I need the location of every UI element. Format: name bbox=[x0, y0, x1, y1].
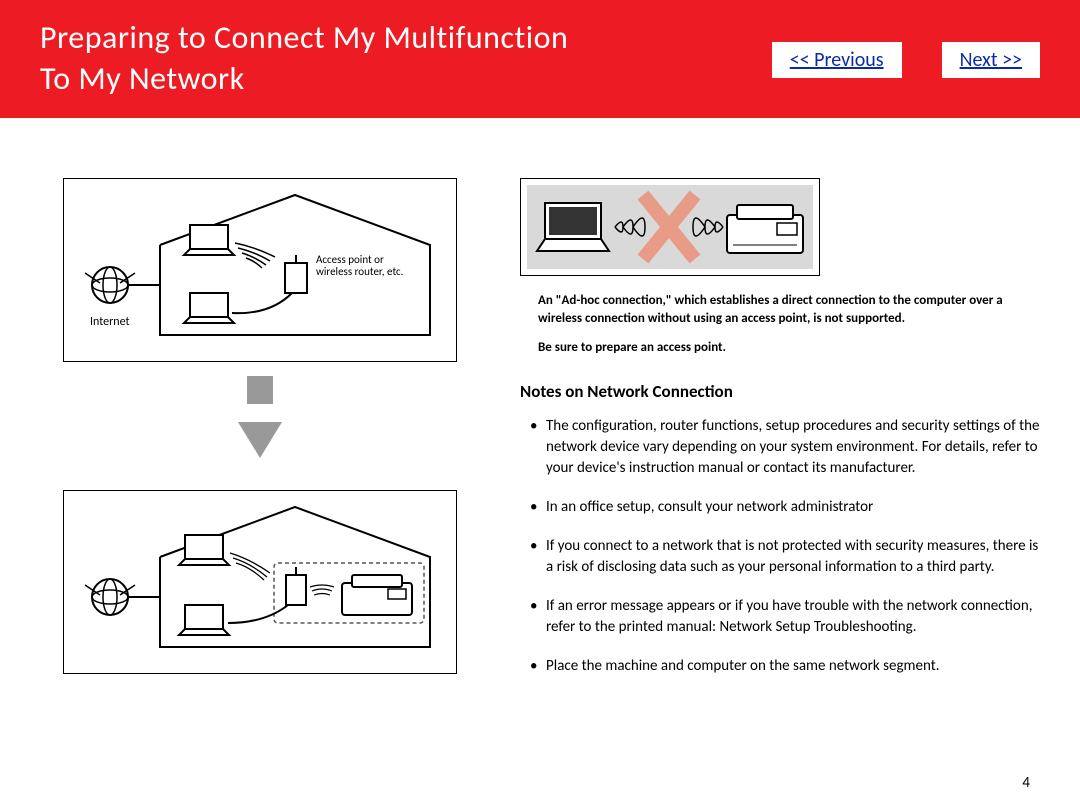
adhoc-diagram bbox=[520, 178, 820, 276]
arrow-down-icon bbox=[238, 376, 282, 476]
left-column: Access point or wireless router, etc. In… bbox=[40, 178, 480, 695]
list-item: If you connect to a network that is not … bbox=[526, 536, 1040, 578]
page-number: 4 bbox=[1022, 774, 1030, 792]
notes-heading: Notes on Network Connection bbox=[520, 381, 1040, 402]
network-before-diagram: Access point or wireless router, etc. In… bbox=[63, 178, 457, 362]
list-item: Place the machine and computer on the sa… bbox=[526, 656, 1040, 677]
right-column: An "Ad-hoc connection," which establishe… bbox=[520, 178, 1040, 695]
notes-list: The configuration, router functions, set… bbox=[520, 416, 1040, 677]
header-banner: Preparing to Connect My Multifunction To… bbox=[0, 0, 1080, 118]
previous-button[interactable]: << Previous bbox=[772, 42, 902, 78]
adhoc-instruction-text: Be sure to prepare an access point. bbox=[538, 339, 1040, 357]
list-item: If an error message appears or if you ha… bbox=[526, 596, 1040, 638]
nav-buttons: << Previous Next >> bbox=[772, 42, 1040, 78]
network-after-diagram bbox=[63, 490, 457, 674]
svg-text:Access point or wire: Access point or wireless router, etc. bbox=[316, 253, 404, 278]
list-item: The configuration, router functions, set… bbox=[526, 416, 1040, 479]
adhoc-warning-text: An "Ad-hoc connection," which establishe… bbox=[538, 292, 1040, 327]
content-area: Access point or wireless router, etc. In… bbox=[0, 118, 1080, 695]
internet-label: Internet bbox=[90, 315, 130, 329]
next-button[interactable]: Next >> bbox=[942, 42, 1040, 78]
list-item: In an office setup, consult your network… bbox=[526, 497, 1040, 518]
